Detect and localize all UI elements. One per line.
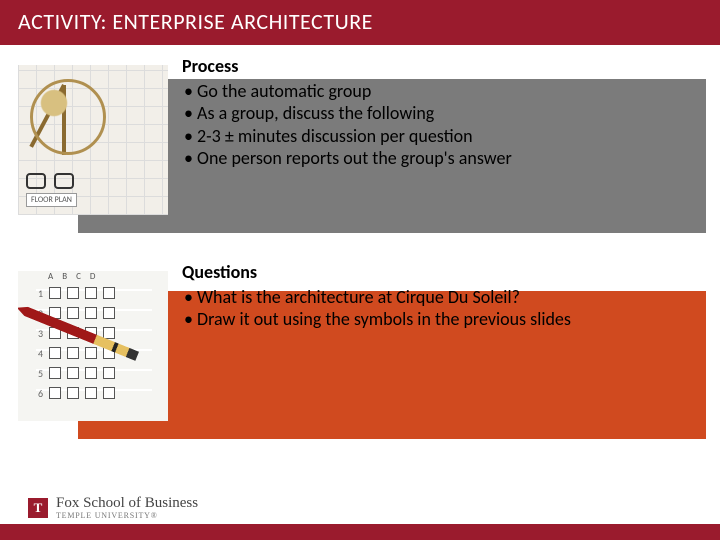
logo-mark-icon: T: [28, 498, 48, 518]
process-list: Go the automatic group As a group, discu…: [182, 80, 700, 170]
footer: T Fox School of Business TEMPLE UNIVERSI…: [0, 486, 720, 540]
list-item: 2-3 ± minutes discussion per question: [184, 125, 700, 148]
process-panel: FLOOR PLAN Process Go the automatic grou…: [0, 55, 720, 215]
process-image: FLOOR PLAN: [18, 65, 168, 215]
blueprint-icon: FLOOR PLAN: [18, 65, 168, 215]
footer-stripe: [0, 524, 720, 540]
process-text: Process Go the automatic group As a grou…: [168, 55, 720, 174]
logo-line1: Fox School of Business: [56, 495, 198, 511]
list-item: Draw it out using the symbols in the pre…: [184, 308, 700, 331]
slide-title: ACTIVITY: ENTERPRISE ARCHITECTURE: [0, 0, 720, 45]
questions-text: Questions What is the architecture at Ci…: [168, 261, 720, 335]
questions-heading: Questions: [182, 261, 700, 284]
logo-line2: TEMPLE UNIVERSITY®: [56, 512, 198, 520]
list-item: Go the automatic group: [184, 80, 700, 103]
floorplan-label: FLOOR PLAN: [26, 193, 77, 207]
footer-logo: T Fox School of Business TEMPLE UNIVERSI…: [28, 496, 198, 520]
list-item: One person reports out the group's answe…: [184, 147, 700, 170]
questions-panel: ABCD 1 2 3 4 5 6 Questions What is the a…: [0, 261, 720, 421]
questions-list: What is the architecture at Cirque Du So…: [182, 286, 700, 331]
list-item: As a group, discuss the following: [184, 102, 700, 125]
process-heading: Process: [182, 55, 700, 78]
questions-image: ABCD 1 2 3 4 5 6: [18, 271, 168, 421]
answer-sheet-icon: ABCD 1 2 3 4 5 6: [18, 271, 168, 421]
list-item: What is the architecture at Cirque Du So…: [184, 286, 700, 309]
